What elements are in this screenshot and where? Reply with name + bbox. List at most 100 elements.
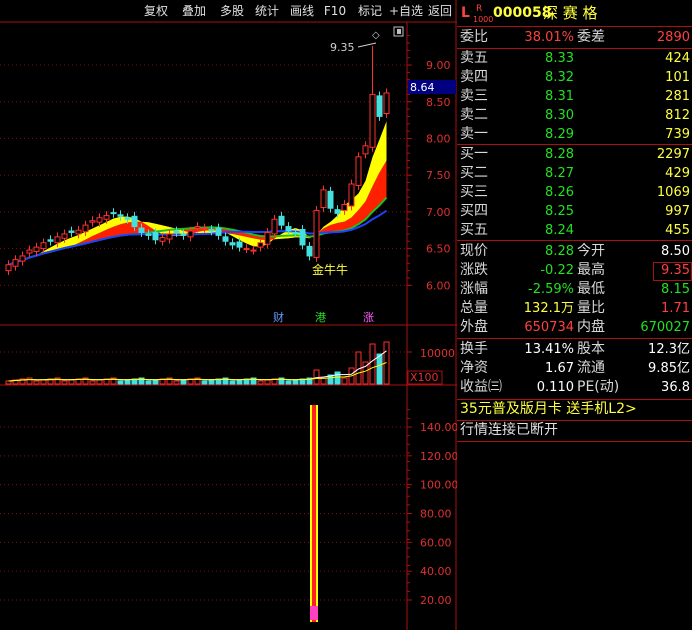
candle[interactable] bbox=[348, 183, 355, 207]
candle[interactable] bbox=[103, 215, 110, 220]
candle[interactable] bbox=[124, 217, 131, 220]
candle[interactable] bbox=[334, 209, 341, 214]
bid-row[interactable]: 买一 8.28 2297 bbox=[457, 145, 692, 164]
volume-bar[interactable] bbox=[33, 380, 40, 385]
candle[interactable] bbox=[194, 226, 201, 229]
candle[interactable] bbox=[369, 93, 376, 148]
candle[interactable] bbox=[292, 231, 299, 234]
candle[interactable] bbox=[187, 230, 194, 238]
candle[interactable] bbox=[285, 226, 292, 232]
candle[interactable] bbox=[208, 229, 215, 232]
candle[interactable] bbox=[250, 249, 257, 252]
volume-bar[interactable] bbox=[376, 353, 383, 385]
candle[interactable] bbox=[201, 227, 208, 230]
toolbar-button-0[interactable]: 复权 bbox=[140, 2, 172, 20]
volume-bar[interactable] bbox=[96, 379, 103, 385]
volume-bar[interactable] bbox=[334, 371, 341, 385]
candle[interactable] bbox=[26, 249, 33, 254]
ask-row[interactable]: 卖一 8.29 739 bbox=[457, 125, 692, 144]
volume-bar[interactable] bbox=[257, 380, 264, 385]
volume-bar[interactable] bbox=[5, 380, 12, 385]
candle[interactable] bbox=[117, 214, 124, 217]
bid-row[interactable]: 买五 8.24 455 bbox=[457, 221, 692, 240]
candle[interactable] bbox=[54, 236, 61, 244]
candle[interactable] bbox=[376, 95, 383, 117]
volume-bar[interactable] bbox=[89, 380, 96, 385]
candle[interactable] bbox=[96, 217, 103, 223]
volume-bar[interactable] bbox=[229, 380, 236, 385]
candle[interactable] bbox=[341, 204, 348, 211]
candle[interactable] bbox=[229, 242, 236, 246]
event-marker-limit-up[interactable]: 涨 bbox=[363, 311, 374, 324]
volume-bar[interactable] bbox=[236, 379, 243, 385]
toolbar-button-5[interactable]: F10 bbox=[320, 2, 350, 20]
promo-text[interactable]: 35元普及版月卡 送手机L2> bbox=[460, 400, 637, 419]
volume-bar[interactable] bbox=[292, 379, 299, 385]
bid-row[interactable]: 买二 8.27 429 bbox=[457, 164, 692, 183]
volume-bar[interactable] bbox=[201, 380, 208, 385]
volume-bar[interactable] bbox=[285, 380, 292, 385]
candle[interactable] bbox=[110, 212, 117, 215]
volume-bar[interactable] bbox=[26, 377, 33, 385]
candle[interactable] bbox=[222, 236, 229, 242]
candle[interactable] bbox=[131, 215, 138, 228]
volume-bar[interactable] bbox=[124, 379, 131, 385]
ask-row[interactable]: 卖五 8.33 424 bbox=[457, 49, 692, 68]
candle[interactable] bbox=[236, 241, 243, 248]
candle[interactable] bbox=[5, 264, 12, 272]
toolbar-button-8[interactable]: 返回 bbox=[425, 2, 455, 20]
event-marker-finance[interactable]: 财 bbox=[273, 310, 284, 324]
candle[interactable] bbox=[362, 145, 369, 155]
toolbar-button-4[interactable]: 画线 bbox=[285, 2, 319, 20]
candle[interactable] bbox=[257, 242, 264, 248]
candle[interactable] bbox=[12, 259, 19, 267]
volume-bar[interactable] bbox=[117, 380, 124, 385]
candle[interactable] bbox=[159, 237, 166, 242]
candle[interactable] bbox=[19, 255, 26, 262]
candle[interactable] bbox=[383, 92, 390, 115]
volume-bar[interactable] bbox=[152, 379, 159, 385]
candle[interactable] bbox=[82, 224, 89, 233]
ask-row[interactable]: 卖三 8.31 281 bbox=[457, 87, 692, 106]
candle[interactable] bbox=[243, 248, 250, 251]
toolbar-button-1[interactable]: 叠加 bbox=[176, 2, 212, 20]
candle[interactable] bbox=[145, 233, 152, 236]
ask-row[interactable]: 卖四 8.32 101 bbox=[457, 68, 692, 87]
bid-row[interactable]: 买四 8.25 997 bbox=[457, 202, 692, 221]
candle[interactable] bbox=[61, 233, 68, 239]
candle[interactable] bbox=[306, 245, 313, 257]
volume-bar[interactable] bbox=[180, 379, 187, 385]
ask-row[interactable]: 卖二 8.30 812 bbox=[457, 106, 692, 125]
candle[interactable] bbox=[271, 218, 278, 235]
volume-bars[interactable] bbox=[5, 341, 390, 385]
candle[interactable] bbox=[138, 227, 145, 233]
candle[interactable] bbox=[33, 246, 40, 253]
candle[interactable] bbox=[68, 230, 75, 233]
candle[interactable] bbox=[89, 220, 96, 223]
volume-bar[interactable] bbox=[145, 380, 152, 385]
toolbar-button-2[interactable]: 多股 bbox=[215, 2, 249, 20]
volume-bar[interactable] bbox=[173, 380, 180, 385]
candle[interactable] bbox=[299, 229, 306, 246]
candle[interactable] bbox=[320, 189, 327, 208]
candle[interactable] bbox=[166, 233, 173, 240]
candle[interactable] bbox=[355, 156, 362, 186]
candle[interactable] bbox=[47, 239, 54, 242]
candle[interactable] bbox=[313, 209, 320, 258]
volume-bar[interactable] bbox=[208, 379, 215, 385]
toolbar-button-7[interactable]: +自选 bbox=[388, 2, 424, 20]
candle[interactable] bbox=[173, 230, 180, 233]
event-marker-hk[interactable]: 港 bbox=[315, 311, 326, 324]
volume-bar[interactable] bbox=[40, 379, 47, 385]
toolbar-button-3[interactable]: 统计 bbox=[250, 2, 284, 20]
volume-bar[interactable] bbox=[68, 379, 75, 385]
candle[interactable] bbox=[215, 227, 222, 236]
chart-area[interactable]: 9.00 8.50 8.00 7.50 7.00 6.50 6.00 8.64 9.35 ◇… bbox=[0, 0, 457, 630]
promo-link[interactable]: 35元普及版月卡 送手机L2> bbox=[457, 400, 692, 419]
volume-bar[interactable] bbox=[264, 379, 271, 385]
candle[interactable] bbox=[278, 215, 285, 226]
toolbar-button-6[interactable]: 标记 bbox=[353, 2, 387, 20]
volume-bar[interactable] bbox=[369, 343, 376, 385]
candle[interactable] bbox=[264, 231, 271, 245]
diamond-icon[interactable]: ◇ bbox=[372, 30, 380, 41]
